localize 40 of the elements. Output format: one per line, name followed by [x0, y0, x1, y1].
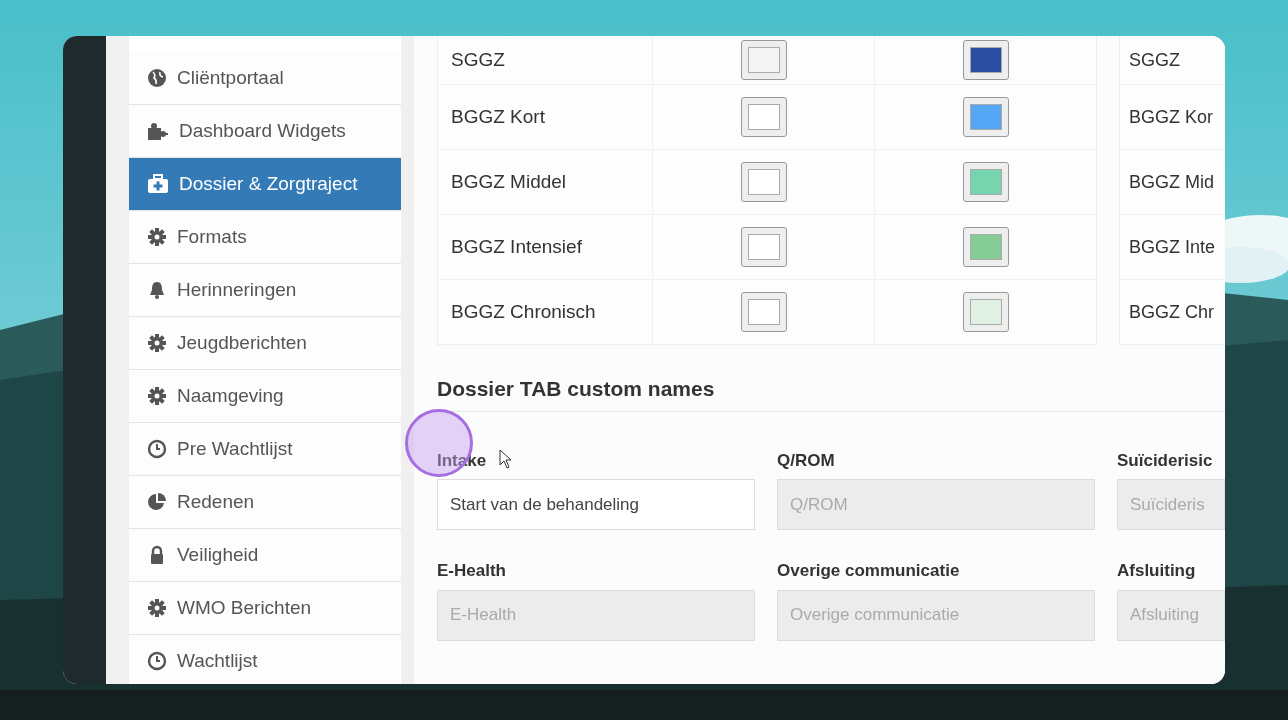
- table-cell-text: BGGZ Intensief: [450, 234, 583, 259]
- text-field[interactable]: Start van de behandeling: [437, 479, 755, 530]
- gear-icon: [147, 227, 167, 247]
- color-picker[interactable]: [962, 227, 1009, 267]
- pie-chart-icon: [147, 492, 167, 512]
- sidebar-item[interactable]: Dossier & Zorgtraject: [129, 158, 401, 211]
- section-title: Dossier TAB custom names: [437, 373, 1225, 412]
- table-cell-text: BGGZ Chronisch: [450, 299, 597, 324]
- field-label: Overige communicatie: [777, 560, 960, 582]
- table-cell-text: SGGZ: [1128, 48, 1180, 72]
- clock-icon: [147, 439, 167, 459]
- color-picker[interactable]: [740, 292, 787, 332]
- color-picker[interactable]: [740, 227, 787, 267]
- color-picker[interactable]: [740, 162, 787, 202]
- table-cell-text: BGGZ Inte: [1128, 235, 1216, 259]
- field-label: E-Health: [437, 560, 506, 582]
- bell-icon: [147, 280, 167, 300]
- table-cell-text: BGGZ Chr: [1128, 300, 1214, 324]
- field-label: Suïciderisic: [1117, 449, 1213, 472]
- gear-icon: [147, 386, 167, 406]
- cursor-icon: [499, 449, 513, 469]
- clock-icon: [147, 651, 167, 671]
- table-cell-text: BGGZ Middel: [450, 169, 568, 194]
- color-picker[interactable]: [740, 40, 787, 80]
- color-picker[interactable]: [962, 40, 1009, 80]
- field-label: Q/ROM: [777, 449, 835, 472]
- puzzle-icon: [147, 121, 169, 141]
- color-picker[interactable]: [962, 292, 1009, 332]
- table-cell-text: SGGZ: [450, 47, 506, 72]
- table-cell-text: BGGZ Kort: [450, 104, 546, 129]
- color-picker[interactable]: [962, 97, 1009, 137]
- medical-kit-icon: [147, 174, 169, 194]
- color-picker[interactable]: [740, 97, 787, 137]
- gear-icon: [147, 598, 167, 618]
- color-picker[interactable]: [962, 162, 1009, 202]
- table-cell-text: BGGZ Mid: [1128, 170, 1214, 194]
- globe-icon: [147, 68, 167, 88]
- gear-icon: [147, 333, 167, 353]
- field-label: Afsluiting: [1117, 560, 1196, 582]
- table-cell-text: BGGZ Kor: [1128, 105, 1213, 129]
